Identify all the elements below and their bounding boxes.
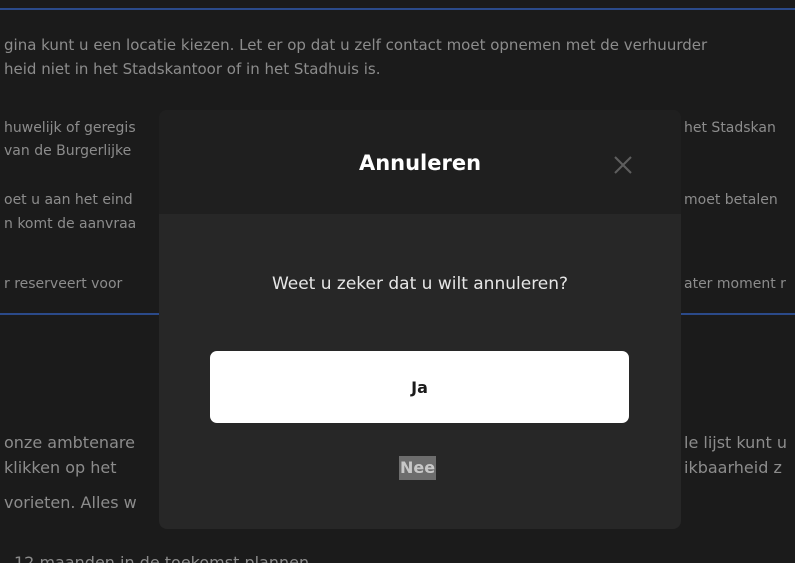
background-text-fragment: moet betalen: [684, 192, 778, 208]
background-text-fragment: r reserveert voor: [4, 276, 123, 292]
no-button[interactable]: Nee: [399, 456, 437, 480]
divider: [0, 8, 795, 10]
page: gina kunt u een locatie kiezen. Let er o…: [0, 0, 795, 563]
background-text-line: heid niet in het Stadskantoor of in het …: [4, 60, 381, 78]
background-text-fragment: huwelijk of geregis: [4, 120, 136, 136]
background-text-fragment: n komt de aanvraa: [4, 216, 137, 232]
background-text-fragment: ater moment r: [684, 276, 786, 292]
background-text-line: gina kunt u een locatie kiezen. Let er o…: [4, 36, 708, 54]
dialog-header: Annuleren: [159, 110, 681, 214]
close-icon[interactable]: [611, 153, 635, 177]
dialog-title: Annuleren: [358, 151, 482, 175]
background-text-fragment: het Stadskan: [684, 120, 776, 136]
background-text-fragment: van de Burgerlijke: [4, 143, 132, 159]
background-text-fragment: vorieten. Alles w: [4, 493, 137, 512]
background-text-fragment: 12 maanden in de toekomst plannen: [14, 553, 310, 563]
yes-button[interactable]: Ja: [210, 351, 629, 423]
background-text-fragment: oet u aan het eind: [4, 192, 133, 208]
dialog-message: Weet u zeker dat u wilt annuleren?: [271, 274, 569, 294]
background-text-fragment: ikbaarheid z: [684, 458, 782, 477]
cancel-dialog: Annuleren Weet u zeker dat u wilt annule…: [159, 110, 681, 529]
background-text-fragment: le lijst kunt u: [684, 433, 787, 452]
background-text-fragment: onze ambtenare: [4, 433, 135, 452]
background-text-fragment: klikken op het: [4, 458, 117, 477]
